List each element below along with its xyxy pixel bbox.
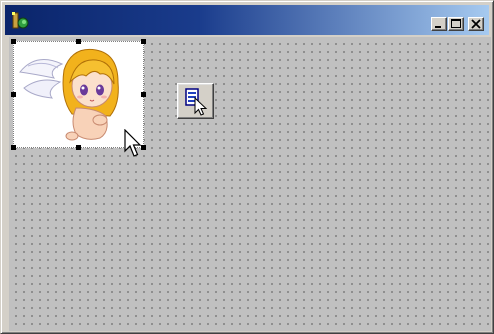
- mouse-pointer-icon: [124, 129, 142, 157]
- close-icon: [471, 19, 481, 29]
- resize-handle-nw[interactable]: [11, 39, 16, 44]
- title-bar[interactable]: [5, 5, 489, 35]
- app-pen-icon: [11, 11, 31, 31]
- form-design-surface[interactable]: [9, 37, 491, 331]
- resize-handle-n[interactable]: [76, 39, 81, 44]
- resize-handle-sw[interactable]: [11, 145, 16, 150]
- resize-handle-e[interactable]: [141, 92, 146, 97]
- resize-handle-ne[interactable]: [141, 39, 146, 44]
- data-control-button[interactable]: [177, 83, 214, 119]
- resize-handle-w[interactable]: [11, 92, 16, 97]
- data-control-pointer-icon: [185, 88, 208, 116]
- minimize-button[interactable]: [431, 17, 447, 31]
- maximize-icon: [451, 19, 461, 28]
- maximize-button[interactable]: [448, 17, 464, 31]
- minimize-icon: [435, 26, 441, 28]
- close-button[interactable]: [468, 17, 484, 31]
- resize-handle-s[interactable]: [76, 145, 81, 150]
- form-window: [0, 0, 494, 334]
